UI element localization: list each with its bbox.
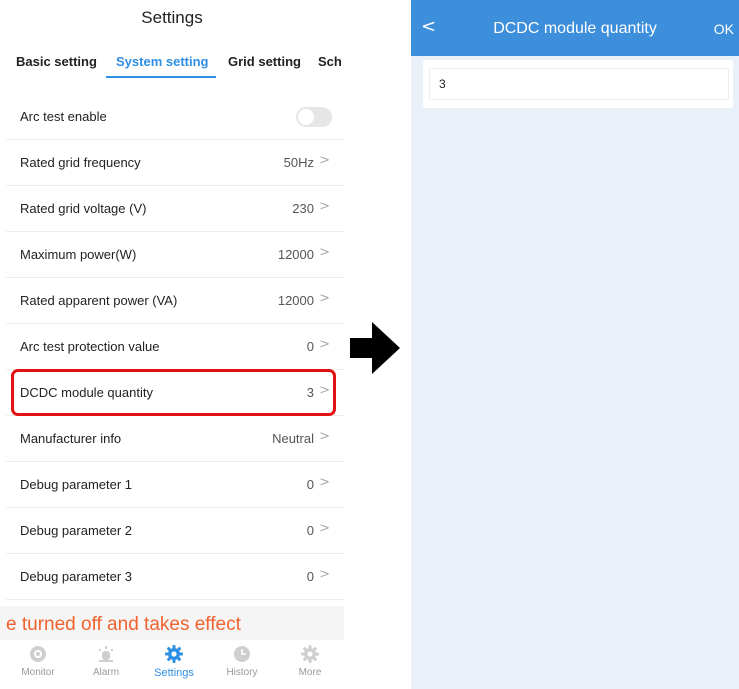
row-manufacturer-info[interactable]: Manufacturer info Neutral > bbox=[6, 416, 344, 462]
row-label: Manufacturer info bbox=[20, 431, 122, 446]
edit-header-bar: < DCDC module quantity OK bbox=[411, 0, 739, 56]
tab-alarm[interactable]: Alarm bbox=[76, 640, 136, 678]
chevron-right-icon: > bbox=[319, 567, 330, 582]
tab-history[interactable]: History bbox=[212, 640, 272, 678]
ok-button[interactable]: OK bbox=[714, 21, 734, 37]
chevron-right-icon: > bbox=[319, 291, 330, 306]
row-arc-test-enable: Arc test enable bbox=[6, 94, 344, 140]
edit-title: DCDC module quantity bbox=[493, 20, 657, 37]
tab-label: Monitor bbox=[21, 667, 55, 678]
chevron-right-icon: > bbox=[319, 429, 330, 444]
tab-grid-setting[interactable]: Grid setting bbox=[228, 54, 301, 69]
row-debug-parameter-2[interactable]: Debug parameter 2 0 > bbox=[6, 508, 344, 554]
tab-settings[interactable]: Settings bbox=[144, 640, 204, 679]
row-label: Arc test enable bbox=[20, 109, 107, 124]
chevron-right-icon: > bbox=[319, 199, 330, 214]
row-label: Arc test protection value bbox=[20, 339, 160, 354]
settings-screen: Settings Basic setting System setting Gr… bbox=[0, 0, 344, 689]
edit-screen: < DCDC module quantity OK bbox=[411, 0, 739, 689]
page-title: Settings bbox=[141, 8, 203, 27]
arc-test-toggle[interactable] bbox=[296, 107, 332, 127]
tab-label: Alarm bbox=[92, 667, 120, 678]
chevron-right-icon: > bbox=[319, 337, 330, 352]
settings-gear-icon bbox=[165, 645, 183, 663]
monitor-icon bbox=[30, 646, 46, 662]
row-value: 12000 bbox=[277, 293, 314, 308]
row-rated-grid-voltage[interactable]: Rated grid voltage (V) 230 > bbox=[6, 186, 344, 232]
history-clock-icon bbox=[234, 646, 250, 662]
chevron-right-icon: > bbox=[319, 521, 330, 536]
row-label: Rated grid voltage (V) bbox=[20, 201, 147, 216]
tab-label: More bbox=[298, 667, 322, 678]
tab-basic-setting[interactable]: Basic setting bbox=[16, 54, 97, 69]
row-value: 50Hz bbox=[283, 155, 314, 170]
restart-notice-banner: e turned off and takes effect bbox=[0, 606, 344, 640]
row-maximum-power[interactable]: Maximum power(W) 12000 > bbox=[6, 232, 344, 278]
row-label: Rated grid frequency bbox=[20, 155, 141, 170]
notice-text: e turned off and takes effect bbox=[6, 614, 241, 635]
row-value: 12000 bbox=[277, 247, 314, 262]
row-label: Debug parameter 3 bbox=[20, 569, 133, 584]
dcdc-quantity-input[interactable] bbox=[429, 68, 729, 100]
bottom-tab-bar: Monitor Alarm Settings History More bbox=[0, 640, 344, 689]
dcdc-row-highlight-box bbox=[11, 369, 336, 416]
input-card bbox=[423, 60, 733, 108]
row-value: 0 bbox=[306, 477, 314, 492]
settings-list: Arc test enable Rated grid frequency 50H… bbox=[6, 94, 344, 600]
chevron-right-icon: > bbox=[319, 475, 330, 490]
row-value: 0 bbox=[306, 339, 314, 354]
tab-monitor[interactable]: Monitor bbox=[8, 640, 68, 678]
row-value: Neutral bbox=[272, 431, 314, 446]
row-value: 230 bbox=[292, 201, 314, 216]
row-label: Maximum power(W) bbox=[20, 247, 137, 262]
alarm-icon bbox=[99, 646, 113, 662]
tab-label: History bbox=[226, 667, 258, 678]
more-gear-icon bbox=[301, 645, 319, 663]
tab-more[interactable]: More bbox=[280, 640, 340, 678]
row-rated-grid-frequency[interactable]: Rated grid frequency 50Hz > bbox=[6, 140, 344, 186]
row-label: Rated apparent power (VA) bbox=[20, 293, 178, 308]
chevron-right-icon: > bbox=[319, 153, 330, 168]
row-arc-test-protection-value[interactable]: Arc test protection value 0 > bbox=[6, 324, 344, 370]
tab-schedule[interactable]: Sch bbox=[318, 54, 342, 69]
row-debug-parameter-3[interactable]: Debug parameter 3 0 > bbox=[6, 554, 344, 600]
row-rated-apparent-power[interactable]: Rated apparent power (VA) 12000 > bbox=[6, 278, 344, 324]
settings-tabs: Basic setting System setting Grid settin… bbox=[0, 44, 344, 84]
row-debug-parameter-1[interactable]: Debug parameter 1 0 > bbox=[6, 462, 344, 508]
row-value: 0 bbox=[306, 523, 314, 538]
row-label: Debug parameter 2 bbox=[20, 523, 133, 538]
chevron-right-icon: > bbox=[319, 245, 330, 260]
active-tab-indicator bbox=[106, 76, 216, 78]
arrow-right-icon bbox=[350, 322, 400, 374]
tab-system-setting[interactable]: System setting bbox=[116, 54, 208, 69]
row-value: 0 bbox=[306, 569, 314, 584]
row-label: Debug parameter 1 bbox=[20, 477, 133, 492]
tab-label: Settings bbox=[154, 667, 194, 679]
